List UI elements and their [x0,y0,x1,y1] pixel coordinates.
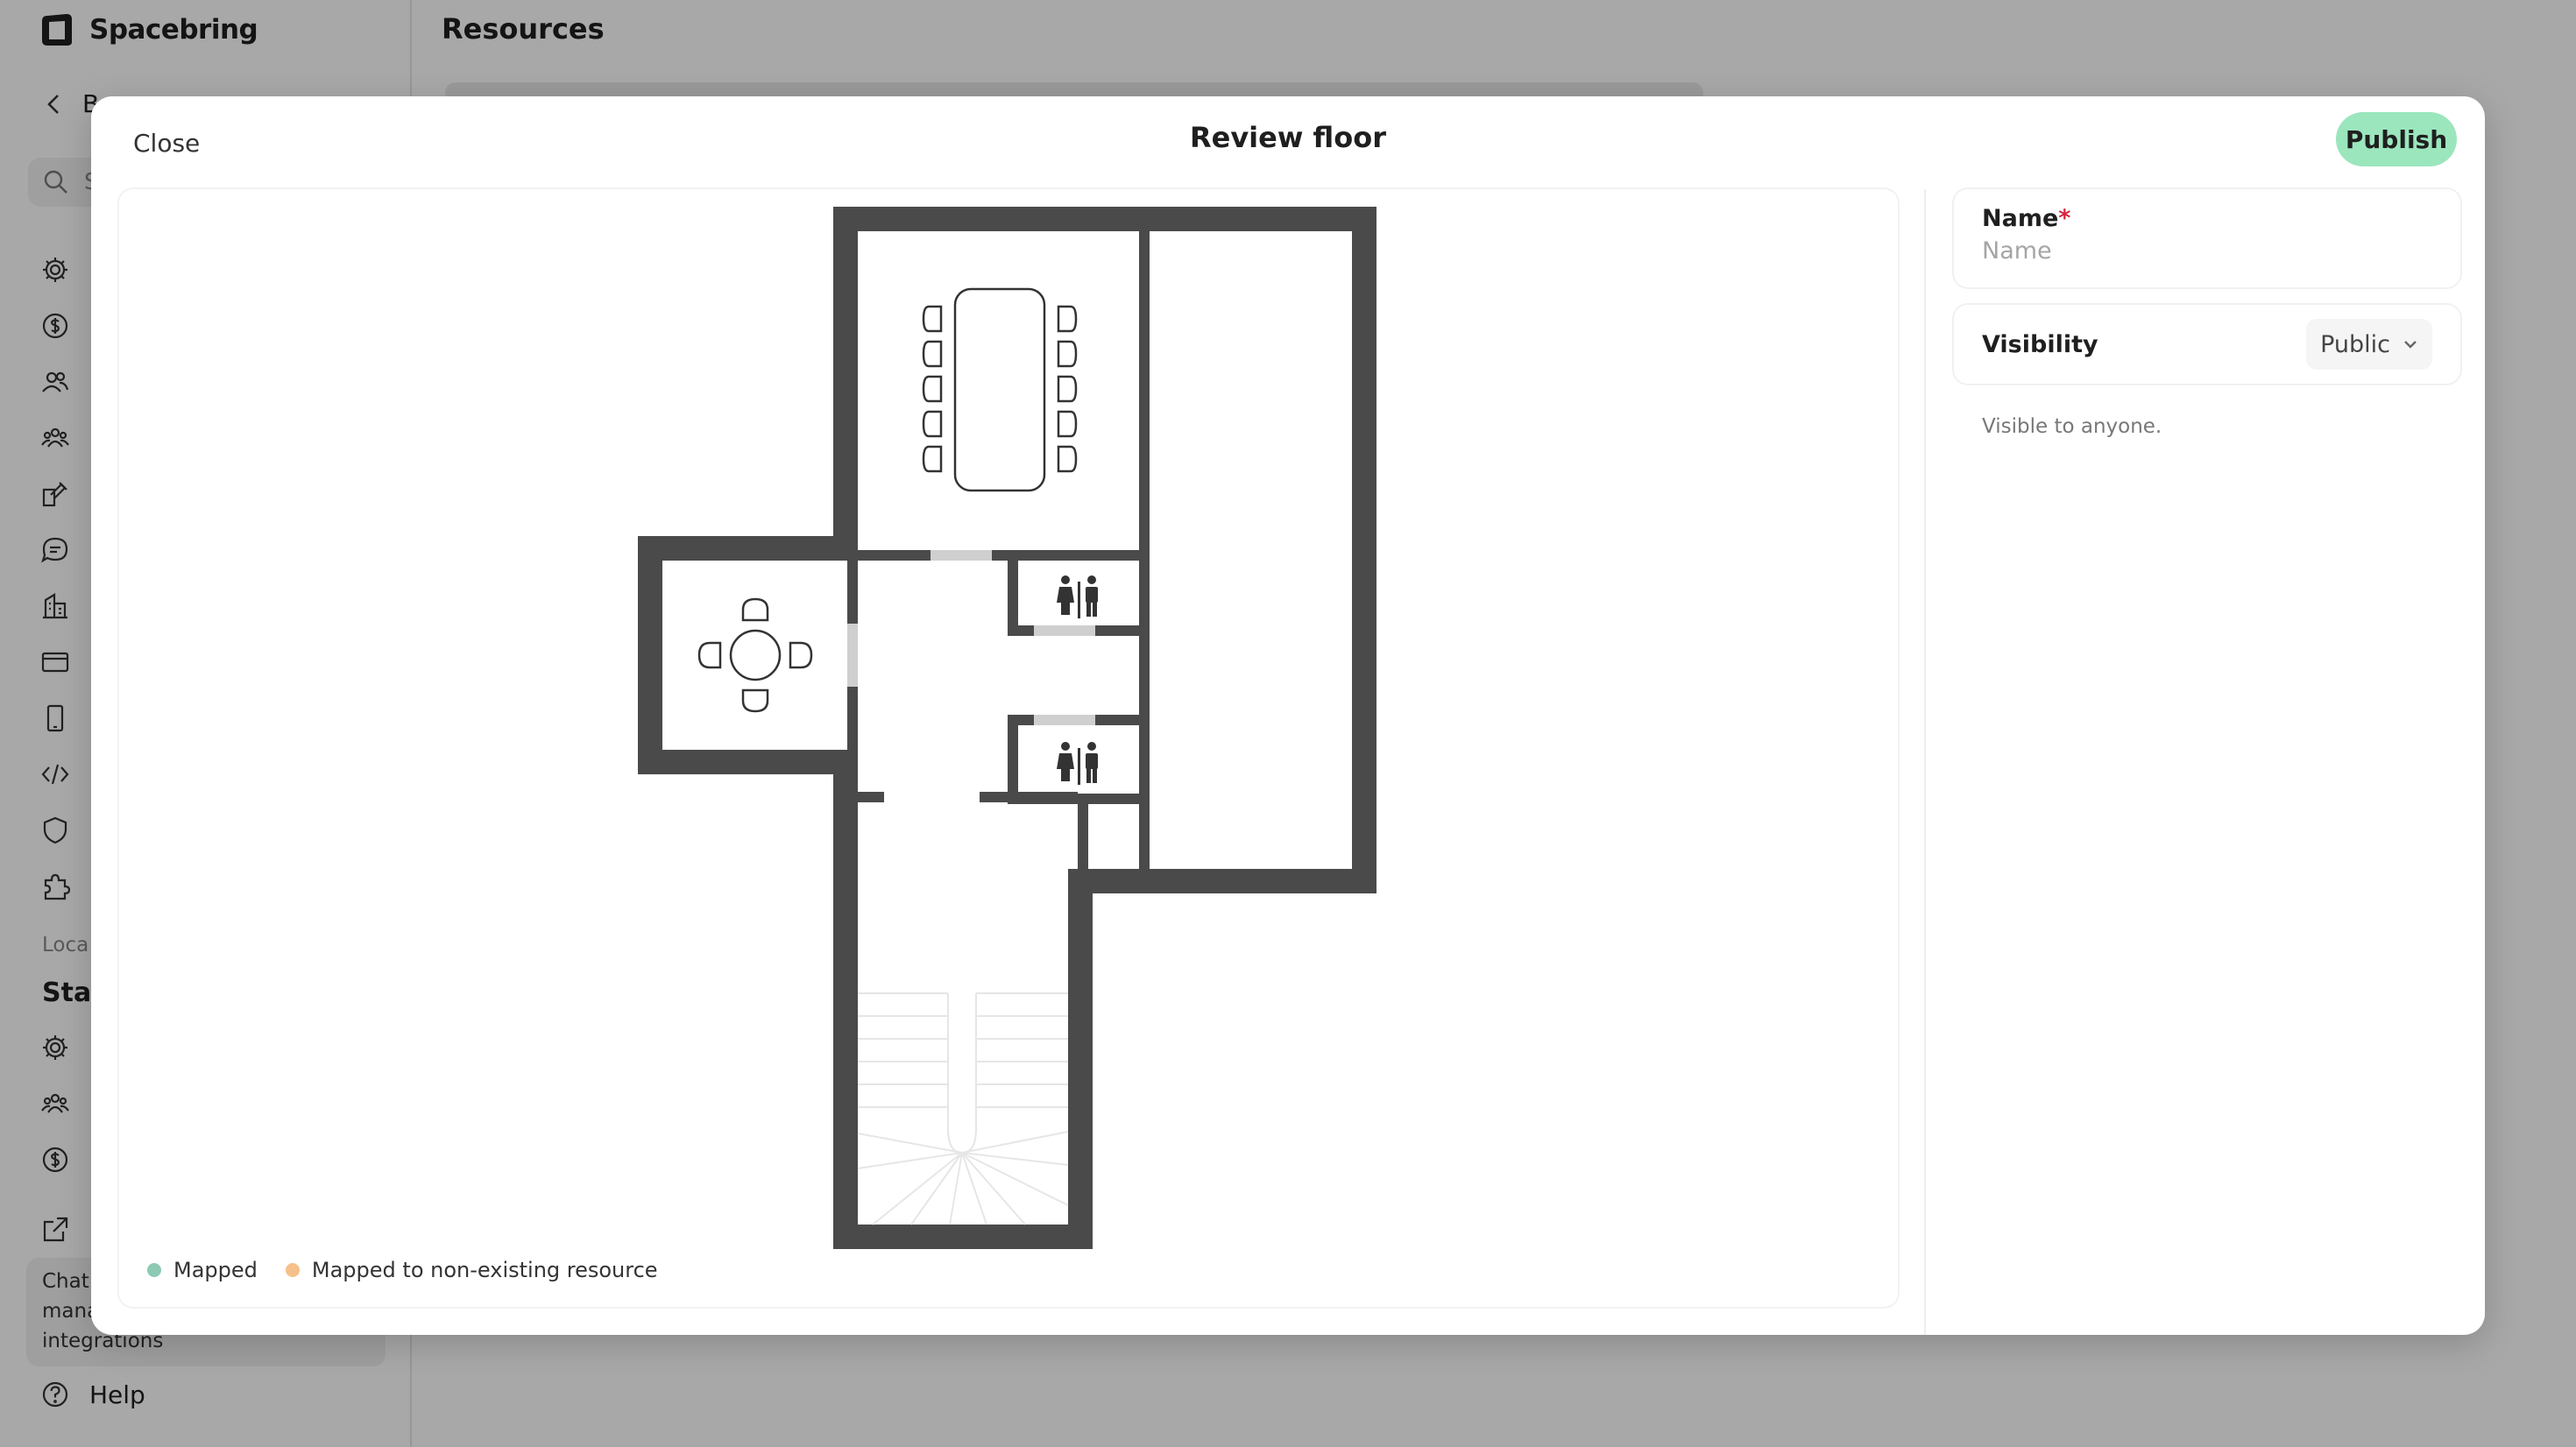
wall-lounge-left [638,536,662,774]
visibility-field-card: Visibility Public [1954,305,2460,384]
wall-top [833,207,1376,231]
restroom-icon [1057,742,1098,785]
doors [847,550,1095,725]
door-conference [931,550,992,561]
wall-bottom [833,1225,1093,1249]
chevron-down-icon [2404,341,2417,349]
visibility-select[interactable]: Public [2306,319,2432,370]
wall-corridor-right-stub [980,792,1078,802]
name-field-card: Name* [1954,189,2460,287]
floor-plan-canvas[interactable]: Mapped Mapped to non-existing resource [119,189,1898,1307]
floor-plan [638,207,1376,1249]
staircase [857,992,1069,1225]
legend-label: Mapped [173,1258,258,1282]
visibility-help-text: Visible to anyone. [1982,415,2162,438]
restroom-icon [1057,575,1098,618]
legend-mapped-non-existing: Mapped to non-existing resource [285,1258,658,1282]
wall-right-bottom [1068,869,1376,893]
name-label-text: Name [1982,205,2059,232]
wall-lounge-bottom [638,750,858,774]
wall-divider-vertical [1139,231,1150,893]
modal-title: Review floor [1189,121,1387,154]
wall-stair-right [1068,886,1093,1249]
wall-right [1352,207,1376,893]
wall-left-upper [833,207,858,557]
wall-left-lower [833,774,858,1249]
modal-header: Close Review floor Publish [91,96,2485,189]
wall-closet-left [1078,802,1088,886]
name-input[interactable] [1982,237,2432,265]
door-restroom1 [1034,625,1095,636]
name-field-label: Name* [1982,205,2432,232]
door-restroom2 [1034,715,1095,725]
wall-restroom1-left [1008,561,1018,636]
wall-conference-bottom [858,550,1139,561]
review-floor-modal: Close Review floor Publish Mapped Mapped… [91,96,2485,1335]
visibility-label: Visibility [1982,330,2098,358]
wall-restroom2-left [1008,715,1018,804]
door-lounge [847,624,858,687]
legend-mapped: Mapped [147,1258,258,1282]
publish-button[interactable]: Publish [2336,112,2457,166]
required-mark: * [2058,205,2071,232]
wall-corridor-left-stub [858,792,884,802]
walls [638,207,1376,1249]
round-table [697,597,813,713]
floor-settings-panel: Name* Visibility Public Visible to anyon… [1924,189,2485,1335]
visibility-selected: Public [2320,330,2390,358]
wall-lounge-top [638,536,858,561]
conference-table [922,287,1078,492]
legend-label: Mapped to non-existing resource [311,1258,658,1282]
legend-dot-non-existing [285,1263,300,1277]
legend-dot-mapped [147,1263,161,1277]
map-legend: Mapped Mapped to non-existing resource [147,1258,658,1282]
